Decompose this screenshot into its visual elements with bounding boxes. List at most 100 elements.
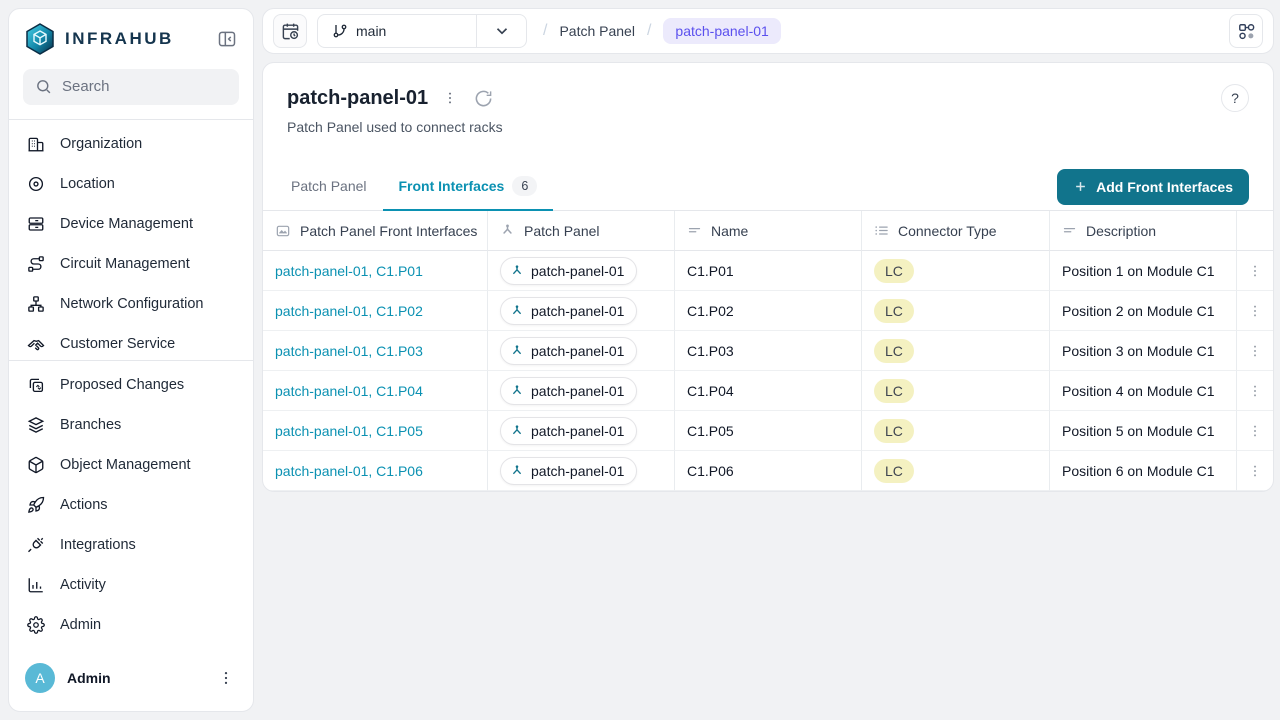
sidebar-item-label: Customer Service xyxy=(60,336,175,352)
breadcrumb-current-item[interactable]: patch-panel-01 xyxy=(663,18,780,44)
sidebar-item-proposed-changes[interactable]: Proposed Changes xyxy=(17,365,245,405)
patch-panel-chip[interactable]: patch-panel-01 xyxy=(500,457,637,485)
search-input[interactable] xyxy=(62,78,261,95)
breadcrumb-separator: / xyxy=(647,22,651,40)
help-button[interactable]: ? xyxy=(1221,84,1249,112)
sidebar-item-object-management[interactable]: Object Management xyxy=(17,445,245,485)
relationship-card-icon xyxy=(275,223,291,239)
patch-panel-chip[interactable]: patch-panel-01 xyxy=(500,337,637,365)
row-kebab-button[interactable] xyxy=(1245,421,1265,441)
patch-panel-chip[interactable]: patch-panel-01 xyxy=(500,257,637,285)
branch-selector[interactable]: main xyxy=(317,14,527,48)
chip-label: patch-panel-01 xyxy=(531,423,624,439)
interface-link[interactable]: patch-panel-01, C1.P04 xyxy=(275,383,423,399)
sidebar-item-location[interactable]: Location xyxy=(17,164,245,204)
branch-selector-value[interactable]: main xyxy=(318,15,476,47)
branch-name: main xyxy=(356,23,386,39)
interface-description: Position 2 on Module C1 xyxy=(1062,303,1215,319)
table-row-cell-patch-panel: patch-panel-01 xyxy=(488,251,675,291)
table-row-cell-actions xyxy=(1237,411,1273,451)
align-left-icon xyxy=(1062,223,1077,238)
add-front-interfaces-button[interactable]: Add Front Interfaces xyxy=(1057,169,1249,205)
add-button-label: Add Front Interfaces xyxy=(1096,179,1233,195)
user-kebab-button[interactable] xyxy=(213,665,239,691)
user-menu[interactable]: A Admin xyxy=(9,649,253,711)
schema-visualizer-button[interactable] xyxy=(1229,14,1263,48)
page-subtitle: Patch Panel used to connect racks xyxy=(263,117,1273,137)
row-kebab-button[interactable] xyxy=(1245,301,1265,321)
column-header-actions xyxy=(1237,211,1273,251)
search-box[interactable]: ^K xyxy=(23,69,239,105)
patch-panel-chip[interactable]: patch-panel-01 xyxy=(500,297,637,325)
sidebar-item-label: Device Management xyxy=(60,216,193,232)
hierarchy-icon xyxy=(510,304,524,318)
sidebar-item-label: Activity xyxy=(60,577,106,593)
git-branch-icon xyxy=(332,23,348,39)
gear-icon xyxy=(27,616,45,634)
sidebar-item-customer-service[interactable]: Customer Service xyxy=(17,324,245,360)
workflow-graph-icon xyxy=(1237,22,1256,41)
patch-panel-chip[interactable]: patch-panel-01 xyxy=(500,417,637,445)
diff-pages-icon xyxy=(27,376,45,394)
tab-front-interfaces[interactable]: Front Interfaces 6 xyxy=(383,163,554,211)
avatar: A xyxy=(25,663,55,693)
plug-icon xyxy=(27,536,45,554)
hierarchy-icon xyxy=(510,344,524,358)
time-travel-button[interactable] xyxy=(273,14,307,48)
sidebar-item-circuit-management[interactable]: Circuit Management xyxy=(17,244,245,284)
sidebar-item-network-configuration[interactable]: Network Configuration xyxy=(17,284,245,324)
tab-label: Patch Panel xyxy=(291,178,367,194)
sidebar-item-actions[interactable]: Actions xyxy=(17,485,245,525)
patch-panel-chip[interactable]: patch-panel-01 xyxy=(500,377,637,405)
table-row-cell-actions xyxy=(1237,251,1273,291)
sidebar-item-integrations[interactable]: Integrations xyxy=(17,525,245,565)
chip-label: patch-panel-01 xyxy=(531,463,624,479)
branch-selector-toggle[interactable] xyxy=(476,15,526,47)
tab-patch-panel[interactable]: Patch Panel xyxy=(275,163,383,211)
hierarchy-icon xyxy=(510,264,524,278)
table-row-cell-name: C1.P01 xyxy=(675,251,862,291)
collapse-sidebar-button[interactable] xyxy=(215,27,239,51)
interface-link[interactable]: patch-panel-01, C1.P01 xyxy=(275,263,423,279)
column-header-label: Connector Type xyxy=(898,223,997,239)
sidebar-item-device-management[interactable]: Device Management xyxy=(17,204,245,244)
table-row-cell-name: C1.P02 xyxy=(675,291,862,331)
calendar-clock-icon xyxy=(281,22,300,41)
sidebar-item-branches[interactable]: Branches xyxy=(17,405,245,445)
sidebar-header: INFRAHUB xyxy=(9,9,253,67)
interface-link[interactable]: patch-panel-01, C1.P02 xyxy=(275,303,423,319)
interface-link[interactable]: patch-panel-01, C1.P03 xyxy=(275,343,423,359)
kebab-icon xyxy=(1247,263,1263,279)
tab-label: Front Interfaces xyxy=(399,178,505,194)
object-actions-kebab-button[interactable] xyxy=(440,88,460,108)
row-kebab-button[interactable] xyxy=(1245,341,1265,361)
search-icon xyxy=(35,78,52,95)
table-row-cell-description: Position 1 on Module C1 xyxy=(1050,251,1237,291)
table-row-cell-display: patch-panel-01, C1.P06 xyxy=(263,451,488,491)
route-icon xyxy=(27,255,45,273)
breadcrumb-section[interactable]: Patch Panel xyxy=(559,23,635,39)
table-row-cell-connector: LC xyxy=(862,291,1050,331)
row-kebab-button[interactable] xyxy=(1245,261,1265,281)
sidebar-item-label: Admin xyxy=(60,617,101,633)
connector-type-badge: LC xyxy=(874,379,914,403)
table-row-cell-display: patch-panel-01, C1.P05 xyxy=(263,411,488,451)
sidebar-item-label: Branches xyxy=(60,417,121,433)
row-kebab-button[interactable] xyxy=(1245,461,1265,481)
kebab-icon xyxy=(1247,463,1263,479)
chip-label: patch-panel-01 xyxy=(531,263,624,279)
sidebar-item-admin[interactable]: Admin xyxy=(17,605,245,645)
table-row-cell-name: C1.P03 xyxy=(675,331,862,371)
column-header-description: Description xyxy=(1050,211,1237,251)
interface-link[interactable]: patch-panel-01, C1.P06 xyxy=(275,463,423,479)
sidebar-item-label: Actions xyxy=(60,497,108,513)
kebab-icon xyxy=(1247,343,1263,359)
interface-name: C1.P05 xyxy=(687,423,734,439)
sidebar-item-activity[interactable]: Activity xyxy=(17,565,245,605)
hierarchy-icon xyxy=(500,223,515,238)
sidebar-item-organization[interactable]: Organization xyxy=(17,124,245,164)
refresh-button[interactable] xyxy=(472,87,495,110)
row-kebab-button[interactable] xyxy=(1245,381,1265,401)
interface-link[interactable]: patch-panel-01, C1.P05 xyxy=(275,423,423,439)
table-row-cell-actions xyxy=(1237,451,1273,491)
